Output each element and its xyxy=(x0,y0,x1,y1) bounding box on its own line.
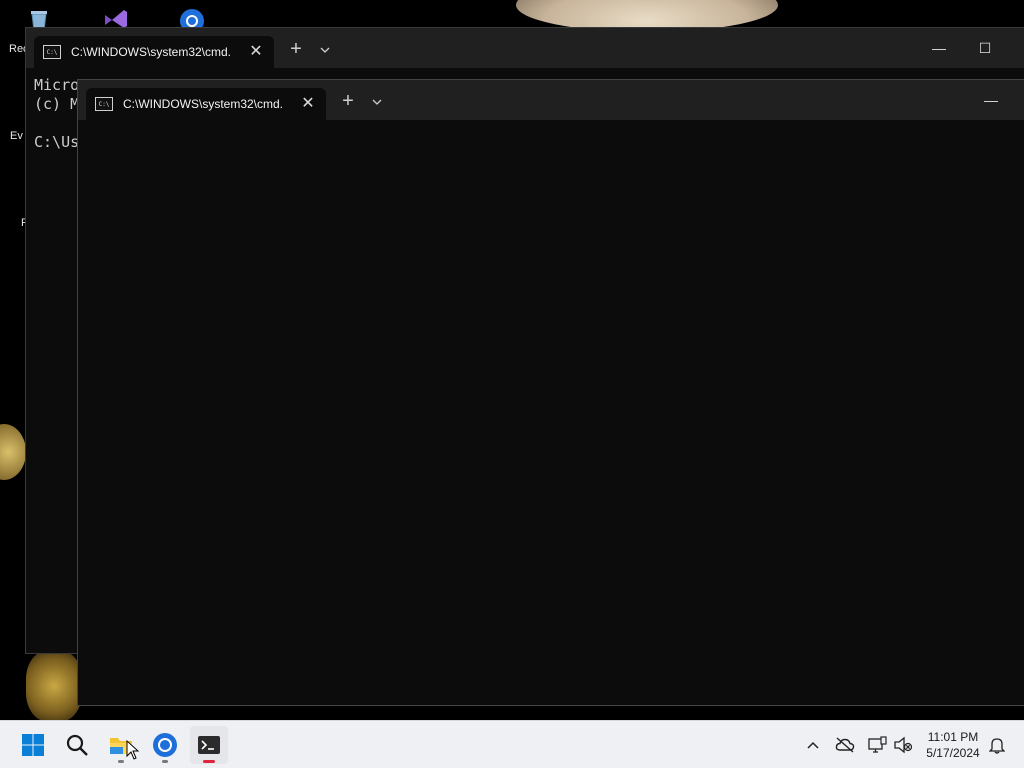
terminal-tab[interactable]: C:\ C:\WINDOWS\system32\cmd. ✕ xyxy=(34,36,274,68)
minimize-button[interactable]: — xyxy=(916,32,962,64)
tab-dropdown-button[interactable] xyxy=(367,89,387,113)
terminal-taskbar-button[interactable] xyxy=(190,726,228,764)
clock-time: 11:01 PM xyxy=(927,730,979,744)
wallpaper-shape xyxy=(26,650,82,720)
chevron-down-icon xyxy=(320,47,330,53)
title-bar[interactable]: C:\ C:\WINDOWS\system32\cmd. ✕ + — xyxy=(78,80,1024,120)
notification-bell-icon xyxy=(989,738,1005,754)
terminal-output[interactable] xyxy=(78,120,1024,705)
new-tab-button[interactable]: + xyxy=(284,37,308,61)
cmd-icon: C:\ xyxy=(43,45,61,59)
start-button[interactable] xyxy=(14,726,52,764)
new-tab-button[interactable]: + xyxy=(336,89,360,113)
volume-muted-icon xyxy=(894,736,913,754)
tab-dropdown-button[interactable] xyxy=(315,37,335,61)
chevron-down-icon xyxy=(372,99,382,105)
active-indicator xyxy=(203,760,215,763)
close-tab-button[interactable]: ✕ xyxy=(246,42,266,62)
running-indicator xyxy=(118,760,124,763)
search-icon xyxy=(66,734,88,756)
wallpaper-shape xyxy=(0,424,26,480)
notifications-button[interactable] xyxy=(986,721,1008,768)
terminal-window-front[interactable]: C:\ C:\WINDOWS\system32\cmd. ✕ + — xyxy=(77,79,1024,706)
clock[interactable]: 11:01 PM 5/17/2024 xyxy=(918,729,988,761)
chevron-up-icon xyxy=(807,741,819,749)
title-bar[interactable]: C:\ C:\WINDOWS\system32\cmd. ✕ + — ☐ xyxy=(26,28,1024,68)
clock-date: 5/17/2024 xyxy=(926,746,980,760)
onedrive-status-button[interactable] xyxy=(833,721,857,768)
search-button[interactable] xyxy=(58,726,96,764)
running-indicator xyxy=(162,760,168,763)
network-button[interactable] xyxy=(865,721,889,768)
show-hidden-icons-button[interactable] xyxy=(802,721,824,768)
cmd-icon: C:\ xyxy=(95,97,113,111)
network-icon xyxy=(868,736,887,753)
chrome-taskbar-button[interactable] xyxy=(146,726,184,764)
cloud-off-icon xyxy=(835,737,855,753)
mouse-cursor-icon xyxy=(126,740,140,760)
maximize-button[interactable]: ☐ xyxy=(962,32,1008,64)
taskbar: 11:01 PM 5/17/2024 xyxy=(0,720,1024,768)
terminal-icon xyxy=(198,736,220,754)
terminal-tab[interactable]: C:\ C:\WINDOWS\system32\cmd. ✕ xyxy=(86,88,326,120)
close-tab-button[interactable]: ✕ xyxy=(298,94,318,114)
tab-title: C:\WINDOWS\system32\cmd. xyxy=(123,97,284,111)
minimize-button[interactable]: — xyxy=(968,84,1014,116)
chrome-icon xyxy=(153,733,177,757)
volume-button[interactable] xyxy=(892,721,914,768)
tab-title: C:\WINDOWS\system32\cmd. xyxy=(71,45,232,59)
desktop-icon-label[interactable]: Ev xyxy=(10,130,23,142)
windows-logo-icon xyxy=(22,734,44,756)
